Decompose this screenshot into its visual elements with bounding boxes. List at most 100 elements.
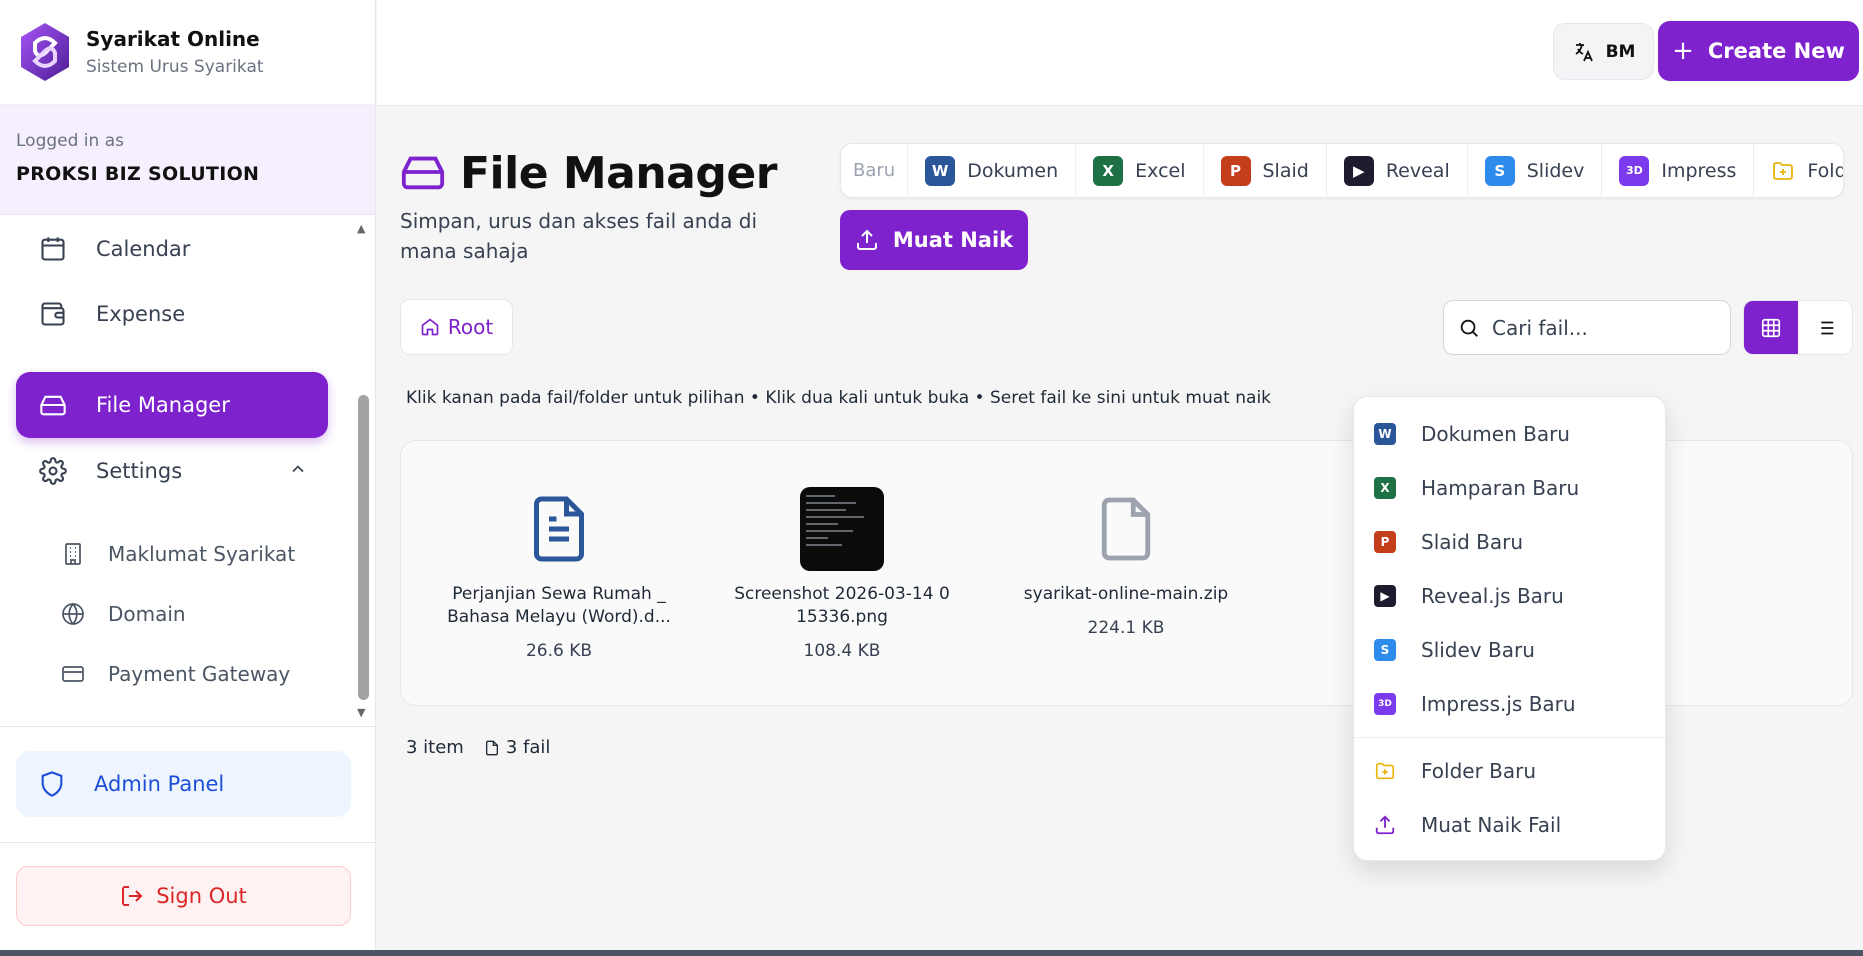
new-document-button[interactable]: W Dokumen: [908, 144, 1077, 197]
admin-panel-label: Admin Panel: [94, 772, 225, 796]
page-header: File Manager: [400, 148, 777, 199]
menu-item-label: Reveal.js Baru: [1421, 584, 1564, 608]
sign-out-button[interactable]: Sign Out: [16, 866, 351, 926]
divider: [1354, 737, 1665, 738]
grid-view-button[interactable]: [1744, 301, 1798, 354]
breadcrumb-root[interactable]: Root: [400, 299, 513, 355]
powerpoint-icon: P: [1374, 531, 1396, 553]
new-slidev-button[interactable]: S Slidev: [1468, 144, 1603, 197]
new-folder-button[interactable]: Folder: [1754, 144, 1843, 197]
menu-item-new-document[interactable]: W Dokumen Baru: [1373, 414, 1570, 454]
slidev-icon: S: [1484, 155, 1515, 186]
file-summary: 3 item 3 fail: [406, 737, 550, 758]
logged-in-label: Logged in as: [16, 131, 124, 151]
brand-subtitle: Sistem Urus Syarikat: [86, 57, 264, 77]
sidebar-subitem-maklumat-syarikat[interactable]: Maklumat Syarikat: [60, 529, 295, 579]
new-excel-label: Excel: [1135, 159, 1186, 182]
menu-item-new-slide[interactable]: P Slaid Baru: [1373, 522, 1523, 562]
menu-item-new-impress[interactable]: 3D Impress.js Baru: [1373, 684, 1576, 724]
hard-drive-icon: [400, 149, 446, 199]
company-name: PROKSI BIZ SOLUTION: [16, 163, 260, 185]
building-icon: [60, 541, 86, 567]
menu-item-new-reveal[interactable]: ▶ Reveal.js Baru: [1373, 576, 1564, 616]
scroll-up-arrow-icon[interactable]: ▲: [357, 222, 365, 235]
menu-item-label: Slaid Baru: [1421, 530, 1523, 554]
shield-icon: [38, 770, 66, 798]
list-view-button[interactable]: [1798, 301, 1852, 354]
language-label: BM: [1605, 41, 1636, 62]
sidebar-item-settings[interactable]: Settings: [16, 438, 328, 504]
view-toggle: [1743, 300, 1853, 355]
brand-title: Syarikat Online: [86, 27, 260, 51]
file-count: 3 fail: [505, 737, 551, 758]
scroll-down-arrow-icon[interactable]: ▼: [357, 706, 365, 719]
chevron-up-icon[interactable]: [288, 459, 308, 484]
sidebar-item-label: File Manager: [96, 393, 230, 417]
language-button[interactable]: BM: [1553, 23, 1654, 80]
file-size: 224.1 KB: [1087, 618, 1165, 638]
folder-plus-icon: [1771, 159, 1795, 183]
file-name: syarikat-online-main.zip: [1023, 584, 1229, 604]
admin-panel-button[interactable]: Admin Panel: [16, 751, 351, 817]
grid-icon: [1760, 317, 1782, 339]
powerpoint-icon: P: [1220, 155, 1251, 186]
page-subtitle: Simpan, urus dan akses fail anda di mana…: [400, 209, 758, 263]
globe-icon: [60, 601, 86, 627]
plus-icon: +: [1672, 36, 1694, 66]
upload-icon: [855, 228, 879, 252]
sidebar-item-label: Expense: [96, 302, 186, 326]
home-icon: [420, 317, 440, 337]
menu-item-label: Muat Naik Fail: [1421, 813, 1562, 837]
folder-plus-icon: [1373, 760, 1397, 782]
wallet-icon: [38, 299, 68, 329]
gear-icon: [38, 456, 68, 486]
sidebar-subitem-domain[interactable]: Domain: [60, 589, 186, 639]
create-new-label: Create New: [1707, 39, 1845, 63]
new-slide-button[interactable]: P Slaid: [1204, 144, 1327, 197]
search-input[interactable]: [1492, 315, 1712, 340]
new-file-toolbar: Baru W Dokumen X Excel P Slaid ▶ Reveal …: [840, 143, 1844, 198]
new-impress-button[interactable]: 3D Impress: [1602, 144, 1755, 197]
menu-item-label: Slidev Baru: [1421, 638, 1535, 662]
document-file-icon: [444, 487, 674, 571]
menu-item-new-slidev[interactable]: S Slidev Baru: [1373, 630, 1535, 670]
sidebar-subitem-payment-gateway[interactable]: Payment Gateway: [60, 649, 290, 699]
menu-item-new-folder[interactable]: Folder Baru: [1373, 751, 1536, 791]
file-item[interactable]: Screenshot 2026-03-14 0 15336.png 108.4 …: [727, 487, 957, 661]
image-thumbnail: [727, 487, 957, 571]
new-reveal-button[interactable]: ▶ Reveal: [1327, 144, 1468, 197]
sidebar-scrollbar[interactable]: [358, 395, 369, 700]
sidebar-item-calendar[interactable]: Calendar: [16, 216, 328, 282]
file-icon: [1011, 487, 1241, 571]
file-icon: [484, 739, 500, 757]
excel-icon: X: [1374, 477, 1396, 499]
brand[interactable]: Syarikat Online Sistem Urus Syarikat: [0, 0, 375, 105]
impress-icon: 3D: [1619, 155, 1650, 186]
sidebar-item-file-manager[interactable]: File Manager: [16, 372, 328, 438]
file-item[interactable]: Perjanjian Sewa Rumah _ Bahasa Melayu (W…: [444, 487, 674, 661]
divider: [0, 726, 376, 727]
excel-icon: X: [1093, 155, 1124, 186]
new-reveal-label: Reveal: [1385, 159, 1450, 182]
file-name: Screenshot 2026-03-14 0 15336.png: [734, 584, 950, 627]
search-icon: [1458, 317, 1480, 339]
top-bar: BM + Create New: [377, 0, 1863, 106]
file-name: Perjanjian Sewa Rumah _ Bahasa Melayu (W…: [447, 584, 671, 627]
file-size: 108.4 KB: [803, 641, 881, 661]
menu-item-upload-file[interactable]: Muat Naik Fail: [1373, 805, 1561, 845]
calendar-icon: [38, 234, 68, 264]
sidebar-item-label: Settings: [96, 459, 183, 483]
sidebar-item-expense[interactable]: Expense: [16, 281, 328, 347]
usage-hint: Klik kanan pada fail/folder untuk piliha…: [406, 388, 1272, 408]
new-excel-button[interactable]: X Excel: [1076, 144, 1204, 197]
impress-icon: 3D: [1374, 693, 1396, 715]
reveal-icon: ▶: [1343, 155, 1374, 186]
menu-item-label: Folder Baru: [1421, 759, 1537, 783]
file-item[interactable]: syarikat-online-main.zip 224.1 KB: [1011, 487, 1241, 638]
slidev-icon: S: [1374, 639, 1396, 661]
upload-label: Muat Naik: [892, 228, 1014, 252]
create-new-button[interactable]: + Create New: [1658, 21, 1859, 81]
menu-item-new-spreadsheet[interactable]: X Hamparan Baru: [1373, 468, 1579, 508]
sidebar-item-label: Calendar: [96, 237, 191, 261]
upload-button[interactable]: Muat Naik: [840, 210, 1028, 270]
